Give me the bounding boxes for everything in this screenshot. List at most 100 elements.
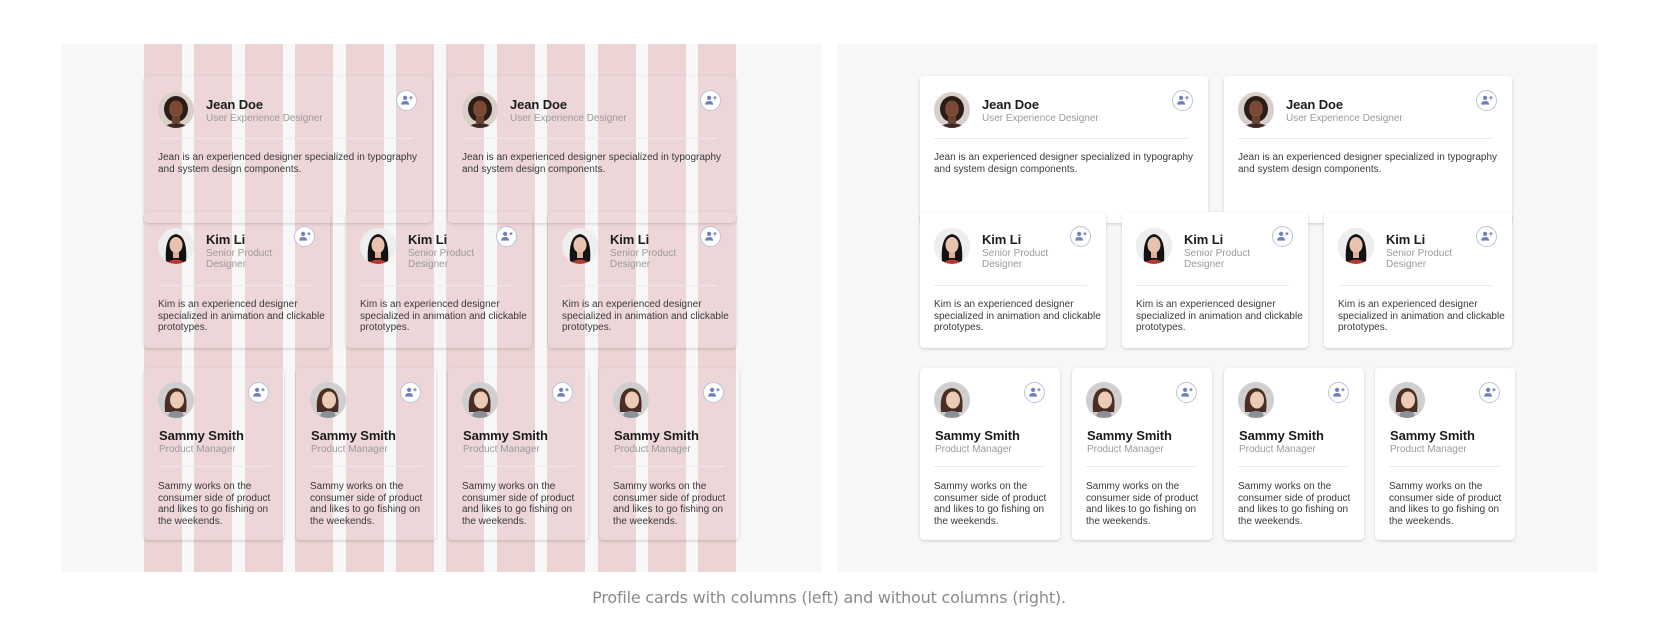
profile-card: Kim Li Senior Product Designer Kim is an e… [1324, 212, 1512, 348]
card-divider [934, 285, 1087, 286]
add-person-icon [1480, 230, 1493, 243]
add-person-icon [404, 386, 417, 399]
profile-description: Jean is an experienced designer speciali… [1238, 152, 1498, 175]
profile-card: Kim Li Senior Product Designer Kim is an e… [548, 212, 736, 348]
add-contact-button[interactable] [1176, 382, 1197, 403]
add-person-icon [1028, 386, 1041, 399]
profile-role: Product Manager [1390, 444, 1467, 455]
profile-description: Kim is an experienced designer specializ… [934, 299, 1101, 333]
add-contact-button[interactable] [1070, 226, 1091, 247]
avatar [613, 382, 649, 418]
profile-role: Product Manager [935, 444, 1012, 455]
add-contact-button[interactable] [1328, 382, 1349, 403]
card-divider [462, 138, 717, 139]
add-person-icon [1176, 94, 1189, 107]
profile-name: Jean Doe [206, 97, 264, 112]
avatar [1389, 382, 1425, 418]
profile-description: Jean is an experienced designer speciali… [462, 152, 722, 175]
add-person-icon [1483, 386, 1496, 399]
add-contact-button[interactable] [1172, 90, 1193, 111]
avatar [934, 228, 970, 264]
avatar [1238, 92, 1274, 128]
card-divider [562, 285, 717, 286]
profile-name: Jean Doe [510, 97, 568, 112]
add-person-icon [707, 386, 720, 399]
avatar [1136, 228, 1172, 264]
add-contact-button[interactable] [700, 90, 721, 111]
card-divider [1389, 466, 1501, 467]
card-divider [1238, 466, 1350, 467]
profile-description: Sammy works on the consumer side of prod… [1238, 481, 1351, 527]
add-contact-button[interactable] [552, 382, 573, 403]
profile-role: Senior Product Designer [408, 248, 475, 270]
card-divider [1338, 285, 1493, 286]
profile-name: Kim Li [1184, 232, 1224, 247]
profile-role: Senior Product Designer [982, 248, 1049, 270]
card-divider [1238, 138, 1493, 139]
panel-with-columns: Jean Doe User Experience Designer Jean is … [61, 44, 821, 572]
profile-role: Senior Product Designer [1386, 248, 1453, 270]
profile-card: Sammy Smith Product Manager Sammy works on… [920, 368, 1060, 540]
add-contact-button[interactable] [294, 226, 315, 247]
add-contact-button[interactable] [1476, 90, 1497, 111]
profile-role: Product Manager [614, 444, 691, 455]
profile-role: Senior Product Designer [206, 248, 273, 270]
profile-card: Kim Li Senior Product Designer Kim is an e… [346, 212, 532, 348]
add-contact-button[interactable] [700, 226, 721, 247]
avatar [1086, 382, 1122, 418]
profile-card: Sammy Smith Product Manager Sammy works on… [1375, 368, 1515, 540]
profile-description: Kim is an experienced designer specializ… [562, 299, 729, 333]
card-divider [158, 466, 270, 467]
avatar [1338, 228, 1374, 264]
add-contact-button[interactable] [1272, 226, 1293, 247]
profile-card: Sammy Smith Product Manager Sammy works on… [1072, 368, 1212, 540]
profile-card: Kim Li Senior Product Designer Kim is an e… [920, 212, 1106, 348]
profile-description: Sammy works on the consumer side of prod… [1086, 481, 1199, 527]
add-contact-button[interactable] [248, 382, 269, 403]
card-divider [613, 466, 725, 467]
add-person-icon [1180, 386, 1193, 399]
card-divider [158, 138, 413, 139]
profile-name: Sammy Smith [1087, 428, 1172, 443]
card-divider [934, 466, 1046, 467]
profile-name: Jean Doe [1286, 97, 1344, 112]
profile-role: User Experience Designer [510, 113, 627, 124]
add-contact-button[interactable] [400, 382, 421, 403]
profile-role: Product Manager [1239, 444, 1316, 455]
card-divider [158, 285, 311, 286]
profile-description: Kim is an experienced designer specializ… [158, 299, 325, 333]
profile-role: Senior Product Designer [1184, 248, 1251, 270]
avatar [360, 228, 396, 264]
figure-caption: Profile cards with columns (left) and wi… [592, 588, 1066, 607]
profile-description: Kim is an experienced designer specializ… [1136, 299, 1303, 333]
profile-name: Sammy Smith [311, 428, 396, 443]
add-contact-button[interactable] [1476, 226, 1497, 247]
profile-description: Sammy works on the consumer side of prod… [934, 481, 1047, 527]
profile-card: Sammy Smith Product Manager Sammy works on… [448, 368, 588, 540]
add-contact-button[interactable] [396, 90, 417, 111]
avatar [1238, 382, 1274, 418]
profile-card: Jean Doe User Experience Designer Jean is … [920, 76, 1208, 223]
profile-name: Sammy Smith [935, 428, 1020, 443]
avatar [462, 92, 498, 128]
add-person-icon [704, 230, 717, 243]
add-person-icon [500, 230, 513, 243]
profile-name: Sammy Smith [159, 428, 244, 443]
add-person-icon [1276, 230, 1289, 243]
profile-description: Sammy works on the consumer side of prod… [462, 481, 575, 527]
add-person-icon [400, 94, 413, 107]
add-contact-button[interactable] [1479, 382, 1500, 403]
profile-name: Sammy Smith [614, 428, 699, 443]
profile-card: Jean Doe User Experience Designer Jean is … [1224, 76, 1512, 223]
add-contact-button[interactable] [496, 226, 517, 247]
card-divider [360, 285, 513, 286]
avatar [934, 92, 970, 128]
profile-name: Kim Li [408, 232, 448, 247]
profile-card: Kim Li Senior Product Designer Kim is an e… [1122, 212, 1308, 348]
add-contact-button[interactable] [1024, 382, 1045, 403]
profile-name: Sammy Smith [1390, 428, 1475, 443]
profile-name: Sammy Smith [463, 428, 548, 443]
add-person-icon [1074, 230, 1087, 243]
profile-name: Kim Li [610, 232, 650, 247]
add-contact-button[interactable] [703, 382, 724, 403]
